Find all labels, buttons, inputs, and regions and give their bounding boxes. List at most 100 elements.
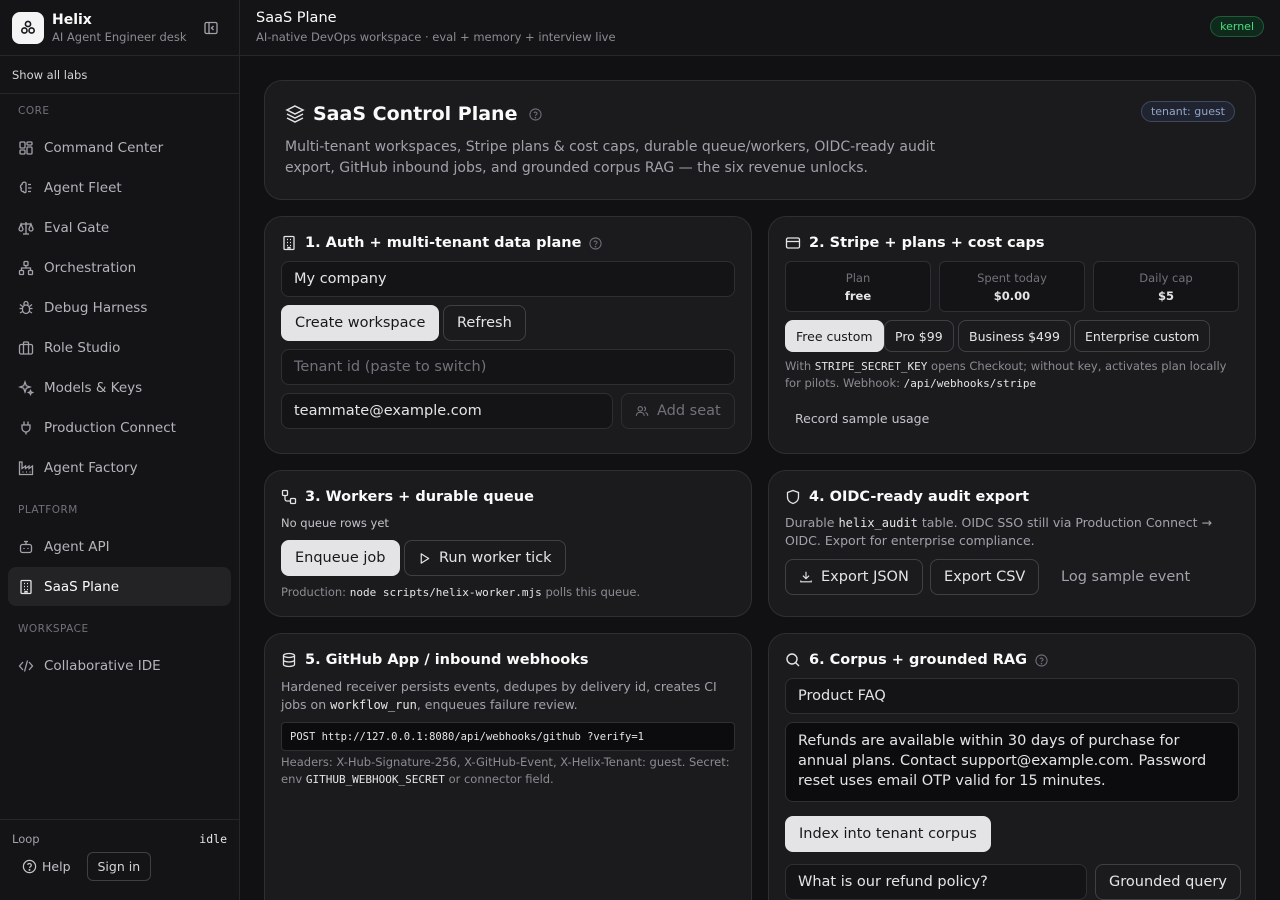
bot-icon	[19, 540, 33, 553]
record-sample-usage-button[interactable]: Record sample usage	[785, 407, 939, 430]
sidebar-item-orchestration[interactable]: Orchestration	[8, 248, 231, 287]
page-subtitle: AI-native DevOps workspace · eval + memo…	[256, 30, 616, 44]
enqueue-job-button[interactable]: Enqueue job	[281, 540, 400, 576]
stripe-key-code: STRIPE_SECRET_KEY	[814, 360, 928, 373]
export-json-label: Export JSON	[821, 569, 909, 585]
page-title: SaaS Plane	[256, 10, 337, 26]
queue-status: No queue rows yet	[281, 516, 389, 530]
note-text: With	[785, 359, 812, 373]
sidebar-item-label: Orchestration	[44, 259, 137, 276]
help-label: Help	[42, 859, 71, 874]
main-content: SaaS Control Plane Multi-tenant workspac…	[240, 56, 1280, 900]
sparkles-icon	[18, 379, 34, 396]
workers-card: 3. Workers + durable queue No queue rows…	[264, 470, 752, 617]
stat-label: Daily cap	[1139, 271, 1193, 285]
desc-text: , enqueues failure review.	[416, 697, 578, 712]
rag-card-title: 6. Corpus + grounded RAG	[809, 652, 1028, 668]
sidebar-item-eval-gate[interactable]: Eval Gate	[8, 208, 231, 247]
note-text: or connector field.	[448, 772, 554, 786]
brain-icon	[19, 181, 32, 193]
plan-free-button[interactable]: Free custom	[785, 320, 884, 352]
create-workspace-button[interactable]: Create workspace	[281, 305, 440, 341]
brand-header: Helix AI Agent Engineer desk	[0, 0, 239, 56]
sidebar-item-label: Agent API	[44, 538, 110, 555]
sidebar-item-agent-api[interactable]: Agent API	[8, 527, 231, 566]
sign-in-button[interactable]: Sign in	[86, 852, 152, 881]
query-input[interactable]: What is our refund policy?	[785, 864, 1087, 900]
sidebar-item-models-keys[interactable]: Models & Keys	[8, 368, 231, 407]
github-card-title: 5. GitHub App / inbound webhooks	[305, 652, 589, 668]
plan-business-button[interactable]: Business $499	[958, 320, 1071, 352]
section-label-core: CORE	[18, 105, 50, 117]
export-json-button[interactable]: Export JSON	[785, 559, 923, 595]
export-csv-button[interactable]: Export CSV	[930, 559, 1040, 595]
webhook-headers-note: Headers: X-Hub-Signature-256, X-GitHub-E…	[281, 754, 741, 788]
rag-card: 6. Corpus + grounded RAG Product FAQ Ref…	[768, 633, 1256, 900]
hero-title: SaaS Control Plane	[313, 103, 518, 125]
logo-icon	[21, 20, 35, 34]
seat-email-input[interactable]: teammate@example.com	[281, 393, 613, 429]
audit-table-code: helix_audit	[838, 516, 918, 530]
help-button[interactable]: Help	[12, 853, 81, 880]
sidebar-item-production-connect[interactable]: Production Connect	[8, 408, 231, 447]
workflow-icon	[281, 489, 297, 505]
run-worker-tick-button[interactable]: Run worker tick	[404, 540, 566, 576]
note-text: polls this queue.	[545, 585, 641, 599]
sidebar-item-command-center[interactable]: Command Center	[8, 128, 231, 167]
tenant-id-input[interactable]: Tenant id (paste to switch)	[281, 349, 735, 385]
help-circle-icon[interactable]	[529, 107, 543, 121]
workflow-run-code: workflow_run	[330, 698, 417, 712]
tenant-badge: tenant: guest	[1140, 101, 1235, 122]
refresh-button[interactable]: Refresh	[443, 305, 526, 341]
plug-icon	[21, 421, 31, 434]
sidebar-item-debug-harness[interactable]: Debug Harness	[8, 288, 231, 327]
helix-logo[interactable]	[12, 11, 44, 44]
sidebar-item-label: SaaS Plane	[44, 578, 120, 595]
help-circle-icon[interactable]	[1035, 653, 1048, 667]
help-circle-icon	[22, 859, 37, 874]
github-card: 5. GitHub App / inbound webhooks Hardene…	[264, 633, 752, 900]
credit-card-icon	[785, 237, 801, 249]
brand-subtitle: AI Agent Engineer desk	[52, 29, 187, 44]
panel-left-icon	[204, 21, 218, 35]
plan-pro-button[interactable]: Pro $99	[884, 320, 954, 352]
sidebar-item-role-studio[interactable]: Role Studio	[8, 328, 231, 367]
collapse-sidebar-button[interactable]	[201, 18, 221, 38]
workspace-name-input[interactable]: My company	[281, 261, 735, 297]
worker-note: Production: node scripts/helix-worker.mj…	[281, 584, 640, 601]
doc-body-textarea[interactable]: Refunds are available within 30 days of …	[785, 722, 1239, 802]
download-icon	[800, 571, 812, 583]
stripe-note: With STRIPE_SECRET_KEY opens Checkout; w…	[785, 358, 1245, 392]
sidebar-item-collaborative-ide[interactable]: Collaborative IDE	[8, 646, 231, 685]
doc-title-input[interactable]: Product FAQ	[785, 678, 1239, 714]
grounded-query-button[interactable]: Grounded query	[1095, 864, 1241, 900]
add-seat-label: Add seat	[657, 403, 721, 419]
sidebar-item-label: Command Center	[44, 139, 164, 156]
daily-cap-stat: Daily cap $5	[1093, 261, 1239, 312]
index-corpus-button[interactable]: Index into tenant corpus	[785, 816, 991, 852]
code-icon	[18, 659, 34, 672]
stat-label: Plan	[845, 271, 871, 285]
plan-enterprise-button[interactable]: Enterprise custom	[1074, 320, 1211, 352]
stat-label: Spent today	[977, 271, 1047, 285]
add-seat-button[interactable]: Add seat	[621, 393, 735, 429]
sidebar-item-agent-fleet[interactable]: Agent Fleet	[8, 168, 231, 207]
audit-card: 4. OIDC-ready audit export Durable helix…	[768, 470, 1256, 617]
play-icon	[420, 552, 430, 564]
show-all-labs-link[interactable]: Show all labs	[0, 56, 239, 94]
auth-card-title: 1. Auth + multi-tenant data plane	[305, 235, 582, 251]
workers-card-title: 3. Workers + durable queue	[305, 489, 534, 505]
scale-icon	[18, 221, 34, 235]
sidebar-item-label: Models & Keys	[44, 379, 143, 396]
sidebar-item-label: Collaborative IDE	[44, 657, 161, 674]
loop-label: Loop	[12, 832, 40, 846]
search-icon	[786, 653, 800, 667]
help-circle-icon[interactable]	[589, 236, 602, 250]
hero-card: SaaS Control Plane Multi-tenant workspac…	[264, 80, 1256, 200]
sidebar: Helix AI Agent Engineer desk Show all la…	[0, 0, 240, 900]
sidebar-item-agent-factory[interactable]: Agent Factory	[8, 448, 231, 487]
sidebar-item-label: Production Connect	[44, 419, 176, 436]
log-sample-event-button[interactable]: Log sample event	[1047, 559, 1204, 595]
stat-value: $5	[1157, 289, 1174, 303]
sidebar-item-saas-plane[interactable]: SaaS Plane	[8, 567, 231, 606]
